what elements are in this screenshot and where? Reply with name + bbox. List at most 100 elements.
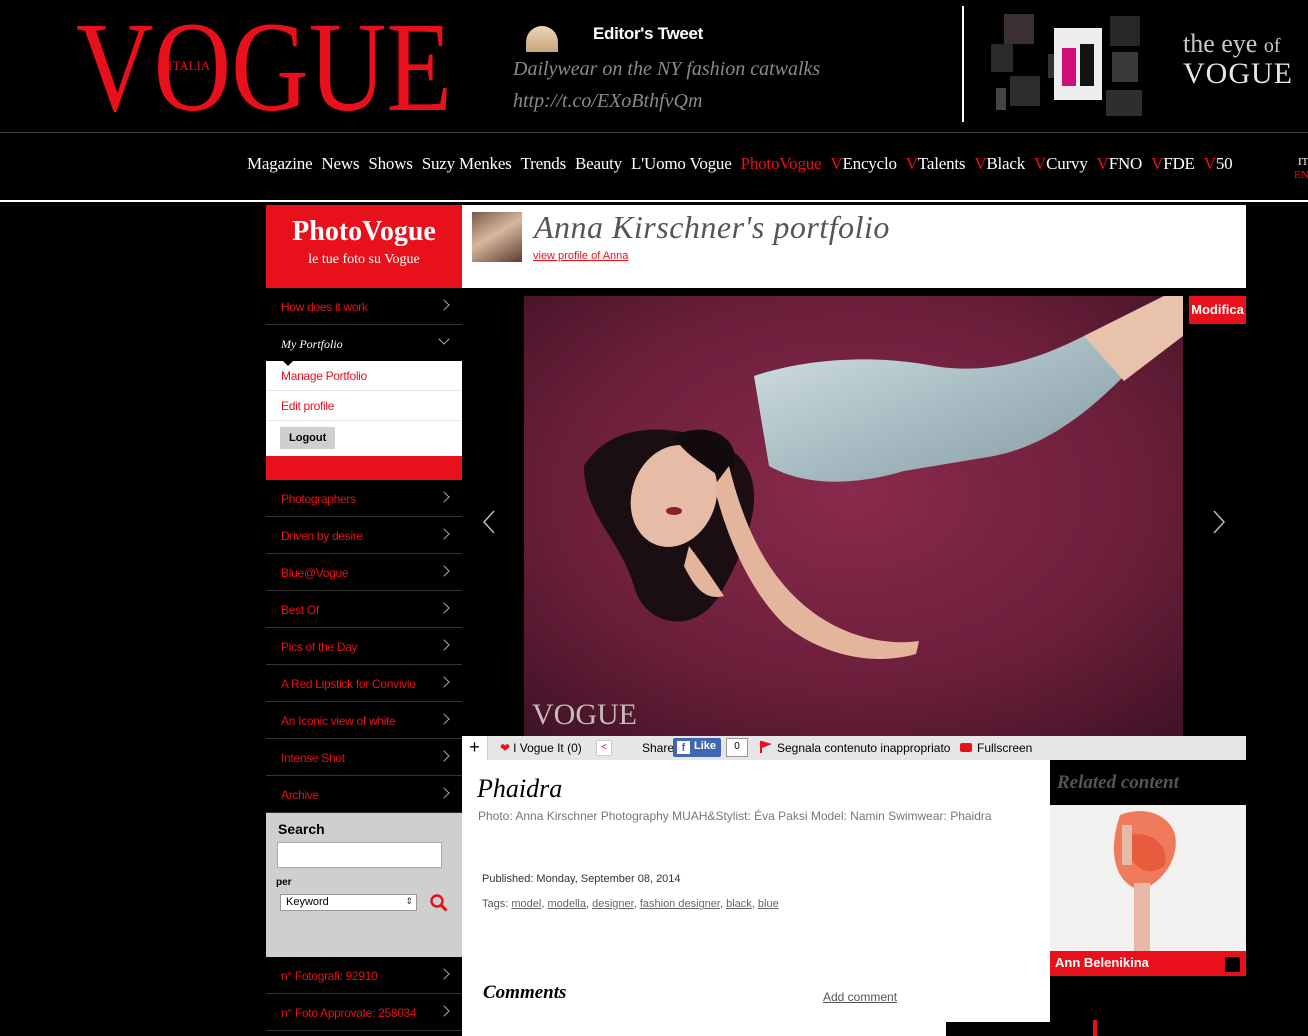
nav-vfno[interactable]: VFNO: [1097, 154, 1143, 174]
nav-label: Talents: [917, 154, 966, 173]
sidebar-item-label: Pics of the Day: [281, 640, 358, 654]
eye-of-vogue-thumbnails[interactable]: [988, 8, 1158, 120]
red-separator: [266, 456, 462, 480]
sidebar-item-label: Intense Shot: [281, 751, 345, 765]
nav-vcurvy[interactable]: VCurvy: [1034, 154, 1088, 174]
photo-action-bar: + ❤ I Vogue It (0) < Share f Like 0 Segnal…: [462, 736, 1246, 760]
nav-vfde[interactable]: VFDE: [1151, 154, 1195, 174]
nav-label: 50: [1215, 154, 1233, 173]
chevron-left-icon[interactable]: [482, 510, 496, 534]
sidebar-item-intense-shot[interactable]: Intense Shot: [266, 739, 462, 776]
flag-icon[interactable]: [760, 741, 772, 753]
stat-photographers[interactable]: n° Fotografi: 92910: [266, 957, 462, 994]
nav-v50[interactable]: V50: [1204, 154, 1233, 174]
photovogue-sidebar: PhotoVogue le tue foto su Vogue How does…: [266, 205, 462, 1031]
chevron-right-icon: [438, 565, 450, 577]
nav-vtalents[interactable]: VTalents: [906, 154, 966, 174]
plus-icon[interactable]: +: [462, 736, 488, 760]
search-input[interactable]: [277, 842, 442, 868]
tag-link[interactable]: designer: [592, 898, 634, 910]
tag-link[interactable]: fashion designer: [640, 898, 720, 910]
sidebar-item-blue-vogue[interactable]: Blue@Vogue: [266, 554, 462, 591]
chevron-right-icon: [438, 787, 450, 799]
nav-label: Encyclo: [842, 154, 897, 173]
sidebar-item-best-of[interactable]: Best Of: [266, 591, 462, 628]
sidebar-item-label: Blue@Vogue: [281, 566, 349, 580]
nav-vencyclo[interactable]: VEncyclo: [830, 154, 897, 174]
search-icon[interactable]: [429, 893, 449, 913]
chevron-right-icon: [438, 528, 450, 540]
vogue-logo[interactable]: VOGUE ITALIA: [76, 4, 456, 124]
sidebar-item-label: Best Of: [281, 603, 319, 617]
facebook-icon: f: [677, 741, 690, 754]
fullscreen-link[interactable]: Fullscreen: [977, 741, 1032, 755]
editors-tweet-title: Editor's Tweet: [593, 24, 704, 43]
tag-link[interactable]: black: [726, 898, 752, 910]
logout-button[interactable]: Logout: [280, 427, 336, 449]
sidebar-item-pics-of-the-day[interactable]: Pics of the Day: [266, 628, 462, 665]
nav-luomo-vogue[interactable]: L'Uomo Vogue: [631, 154, 732, 174]
related-content-image[interactable]: [1050, 805, 1246, 951]
tag-link[interactable]: modella: [547, 898, 586, 910]
lang-it[interactable]: IT: [1298, 156, 1308, 168]
share-icon[interactable]: <: [596, 740, 612, 756]
photovogue-brand[interactable]: PhotoVogue le tue foto su Vogue: [266, 205, 462, 288]
chevron-right-icon: [438, 639, 450, 651]
nav-magazine[interactable]: Magazine: [247, 154, 313, 174]
sidebar-item-my-portfolio[interactable]: My Portfolio: [266, 325, 462, 361]
submenu-edit-profile[interactable]: Edit profile: [266, 391, 462, 421]
facebook-like-button[interactable]: f Like: [673, 738, 721, 757]
search-label: Search: [278, 821, 325, 837]
tag-link[interactable]: blue: [758, 898, 779, 910]
nav-news[interactable]: News: [321, 154, 359, 174]
logout-row: Logout: [266, 421, 462, 456]
comments-heading: Comments: [483, 982, 567, 1003]
chevron-right-icon: [438, 750, 450, 762]
sidebar-item-red-lipstick[interactable]: A Red Lipstick for Convivio: [266, 665, 462, 702]
tweet-line-2[interactable]: http://t.co/EXoBthfvQm: [513, 85, 820, 117]
report-content-link[interactable]: Segnala contenuto inappropriato: [777, 741, 950, 755]
modifica-button[interactable]: Modifica: [1189, 296, 1246, 324]
related-item-caption[interactable]: Ann Belenikina: [1050, 951, 1246, 976]
nav-shows[interactable]: Shows: [368, 154, 413, 174]
photographer-avatar[interactable]: [472, 212, 522, 262]
add-comment-link[interactable]: Add comment: [823, 990, 897, 1004]
sidebar-item-photographers[interactable]: Photographers: [266, 480, 462, 517]
search-type-select[interactable]: Keyword ⇕: [280, 894, 417, 911]
chevron-right-icon: [438, 968, 450, 980]
i-vogue-it-button[interactable]: ❤ I Vogue It (0): [500, 741, 582, 755]
chevron-right-icon: [438, 676, 450, 688]
sidebar-item-driven-by-desire[interactable]: Driven by desire: [266, 517, 462, 554]
sidebar-item-how-it-works[interactable]: How does it work: [266, 288, 462, 325]
eye-of-vogue-title[interactable]: the eye of VOGUE: [1183, 29, 1293, 89]
fullscreen-icon[interactable]: [960, 743, 972, 752]
fb-like-label: Like: [694, 740, 717, 752]
sidebar-item-label: How does it work: [281, 300, 368, 314]
submenu-notch: [282, 360, 294, 366]
nav-suzy-menkes[interactable]: Suzy Menkes: [422, 154, 512, 174]
portfolio-header: Anna Kirschner's portfolio view profile …: [462, 205, 1246, 288]
v-prefix: V: [1096, 154, 1109, 173]
chevron-right-icon: [438, 491, 450, 503]
nav-beauty[interactable]: Beauty: [575, 154, 622, 174]
nav-label: Black: [986, 154, 1026, 173]
eye-title-main: the eye: [1183, 29, 1258, 58]
nav-photovogue[interactable]: PhotoVogue: [741, 154, 822, 174]
tag-link[interactable]: model: [511, 898, 541, 910]
stat-photos[interactable]: n° Foto Approvate: 258034: [266, 994, 462, 1031]
lang-en[interactable]: EN: [1294, 169, 1308, 181]
chevron-right-icon[interactable]: [1212, 510, 1226, 534]
red-accent-bar: [1093, 1020, 1097, 1036]
sidebar-item-archive[interactable]: Archive: [266, 776, 462, 813]
editors-tweet-text[interactable]: Dailywear on the NY fashion catwalks htt…: [513, 53, 820, 117]
stat-label: n° Foto Approvate: 258034: [281, 1006, 417, 1020]
view-profile-link[interactable]: view profile of Anna: [533, 250, 628, 262]
logo-text: VOGUE: [76, 4, 452, 124]
sidebar-item-iconic-white[interactable]: An Iconic view of white: [266, 702, 462, 739]
nav-trends[interactable]: Trends: [521, 154, 567, 174]
photo-credits: Photo: Anna Kirschner Photography MUAH&S…: [478, 809, 992, 823]
nav-vblack[interactable]: VBlack: [974, 154, 1025, 174]
photo-title: Phaidra: [477, 774, 563, 803]
submenu-manage-portfolio[interactable]: Manage Portfolio: [266, 361, 462, 391]
main-photo[interactable]: VOGUE: [524, 296, 1183, 736]
